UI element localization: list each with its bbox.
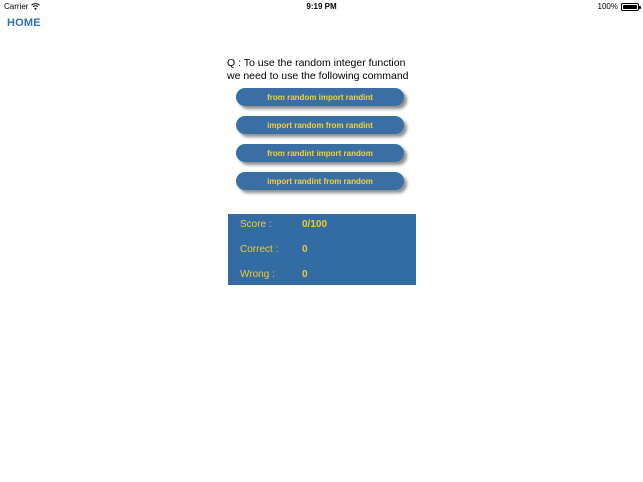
correct-row: Correct : 0 [240,244,308,255]
status-right: 100% [597,2,641,11]
battery-icon [621,2,641,11]
status-time: 9:19 PM [306,2,337,11]
wrong-row: Wrong : 0 [240,269,308,280]
answer-button-2[interactable]: import random from randint [236,116,404,134]
wrong-value: 0 [302,269,308,280]
question-line-2: we need to use the following command [227,69,409,82]
answer-options: from random import randint import random… [236,88,408,200]
battery-fill [623,4,637,9]
question-text: Q : To use the random integer function w… [227,57,427,82]
status-bar: Carrier 9:19 PM 100% [0,0,643,14]
answer-button-1[interactable]: from random import randint [236,88,404,106]
quiz-screen: Carrier 9:19 PM 100% HOME Q : To use the… [0,0,643,482]
correct-value: 0 [302,244,308,255]
question-line-1: Q : To use the random integer function [227,57,406,69]
correct-label: Correct : [240,244,279,255]
battery-percent: 100% [597,2,618,11]
home-button[interactable]: HOME [7,17,41,29]
wrong-label: Wrong : [240,269,275,280]
score-label: Score : [240,219,272,230]
answer-button-4[interactable]: import randint from random [236,172,404,190]
score-row: Score : 0/100 [240,219,327,230]
score-value: 0/100 [302,219,328,230]
score-panel: Score : 0/100 Correct : 0 Wrong : 0 [228,214,416,285]
answer-button-3[interactable]: from randint import random [236,144,404,162]
